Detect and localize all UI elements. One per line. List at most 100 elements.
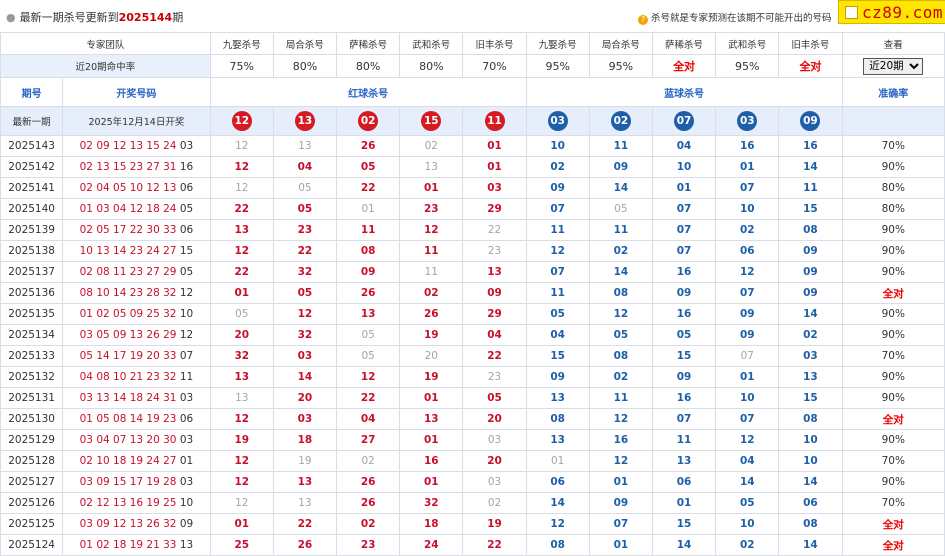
blue-kill-number: 13 bbox=[525, 429, 590, 451]
red-kill-number: 13 bbox=[399, 156, 464, 178]
draw-blue-number: 06 bbox=[179, 224, 194, 236]
period-number: 2025130 bbox=[0, 408, 64, 430]
draw-numbers: 04 08 10 21 23 32 11 bbox=[62, 366, 211, 388]
red-kill-number: 20 bbox=[462, 450, 527, 472]
table-row: 2025134 03 05 09 13 26 29 12 20 32 05 19 04 04 0… bbox=[0, 324, 945, 346]
draw-red-numbers: 03 09 15 17 19 28 bbox=[79, 476, 180, 488]
team-name: 旧丰杀号 bbox=[462, 32, 527, 55]
red-kill-header: 红球杀号 bbox=[209, 77, 527, 107]
blue-kill-number: 07 bbox=[525, 198, 590, 220]
red-kill-number: 02 bbox=[336, 513, 401, 535]
accuracy-value: 80% bbox=[841, 198, 945, 220]
blue-kill-number: 12 bbox=[715, 261, 780, 283]
blue-kill-number: 08 bbox=[588, 282, 653, 304]
red-kill-number: 22 bbox=[336, 387, 401, 409]
blue-kill-number: 07 bbox=[715, 282, 780, 304]
draw-blue-number: 05 bbox=[179, 266, 194, 278]
red-kill-number: 23 bbox=[336, 534, 401, 556]
blue-kill-number: 13 bbox=[778, 366, 843, 388]
period-number: 2025139 bbox=[0, 219, 64, 241]
blue-kill-number: 06 bbox=[778, 492, 843, 514]
red-kill-number: 12 bbox=[399, 219, 464, 241]
blue-kill-number: 05 bbox=[525, 303, 590, 325]
blue-kill-number: 05 bbox=[715, 492, 780, 514]
draw-numbers: 01 03 04 12 18 24 05 bbox=[62, 198, 211, 220]
red-kill-number: 08 bbox=[336, 240, 401, 262]
draw-numbers: 01 02 18 19 21 33 13 bbox=[62, 534, 211, 556]
red-kill-number: 03 bbox=[462, 471, 527, 493]
blue-ball: 02 bbox=[610, 111, 631, 131]
blue-kill-number: 13 bbox=[651, 450, 717, 472]
table-row: 2025126 02 12 13 16 19 25 10 12 13 26 32 02 14 0… bbox=[0, 492, 945, 514]
table-row: 2025135 01 02 05 09 25 32 10 05 12 13 26 29 05 1… bbox=[0, 303, 945, 325]
blue-kill-number: 04 bbox=[651, 135, 717, 157]
team-name: 萨稀杀号 bbox=[336, 32, 401, 55]
blue-kill-number: 08 bbox=[525, 408, 590, 430]
red-kill-number: 12 bbox=[209, 177, 274, 199]
accuracy-value: 全对 bbox=[841, 282, 945, 304]
draw-blue-number: 11 bbox=[179, 371, 194, 383]
blue-kill-number: 06 bbox=[525, 471, 590, 493]
red-kill-number: 05 bbox=[209, 303, 274, 325]
red-kill-number: 23 bbox=[462, 240, 527, 262]
red-ball: 13 bbox=[294, 111, 315, 131]
red-kill-number: 32 bbox=[272, 324, 338, 346]
blue-kill-number: 11 bbox=[525, 219, 590, 241]
blue-kill-number: 07 bbox=[715, 345, 780, 367]
red-kill-number: 12 bbox=[209, 156, 274, 178]
hit-rate-value: 80% bbox=[399, 54, 464, 78]
period-range-select[interactable]: 近20期 bbox=[863, 57, 924, 75]
latest-red-cell: 12 bbox=[209, 106, 274, 136]
red-kill-number: 13 bbox=[209, 387, 274, 409]
red-ball: 12 bbox=[231, 111, 252, 131]
red-kill-number: 04 bbox=[462, 324, 527, 346]
red-kill-number: 32 bbox=[209, 345, 274, 367]
draw-red-numbers: 01 05 08 14 19 23 bbox=[79, 413, 180, 425]
blue-kill-number: 07 bbox=[525, 261, 590, 283]
blue-kill-number: 09 bbox=[715, 303, 780, 325]
red-kill-number: 01 bbox=[209, 282, 274, 304]
hit-rate-row: 近20期命中率 75% 80% 80% 80% 70% 95% 95% 全对 95% 全对 近20期 bbox=[0, 54, 945, 78]
red-kill-number: 13 bbox=[462, 261, 527, 283]
blue-kill-number: 16 bbox=[651, 261, 717, 283]
red-kill-number: 13 bbox=[272, 471, 338, 493]
team-name: 九娶杀号 bbox=[209, 32, 274, 55]
blue-kill-number: 11 bbox=[588, 135, 653, 157]
red-kill-number: 26 bbox=[399, 303, 464, 325]
latest-accuracy bbox=[841, 106, 945, 136]
red-kill-number: 22 bbox=[272, 240, 338, 262]
blue-kill-number: 12 bbox=[525, 513, 590, 535]
blue-kill-number: 14 bbox=[778, 303, 843, 325]
red-kill-number: 01 bbox=[209, 513, 274, 535]
accuracy-value: 80% bbox=[841, 177, 945, 199]
red-kill-number: 32 bbox=[399, 492, 464, 514]
accuracy-value: 全对 bbox=[841, 513, 945, 535]
latest-red-cell: 11 bbox=[462, 106, 527, 136]
blue-kill-number: 09 bbox=[588, 492, 653, 514]
accuracy-value: 70% bbox=[841, 135, 945, 157]
blue-ball: 09 bbox=[800, 111, 821, 131]
latest-blue-cell: 02 bbox=[588, 106, 653, 136]
blue-kill-number: 08 bbox=[778, 219, 843, 241]
red-kill-number: 05 bbox=[336, 345, 401, 367]
hit-rate-value: 全对 bbox=[778, 54, 843, 78]
latest-blue-cell: 03 bbox=[525, 106, 590, 136]
period-number: 2025126 bbox=[0, 492, 64, 514]
accuracy-header: 准确率 bbox=[841, 77, 945, 107]
blue-kill-number: 12 bbox=[588, 450, 653, 472]
hit-rate-label: 近20期命中率 bbox=[0, 54, 211, 78]
draw-blue-number: 01 bbox=[179, 455, 194, 467]
draw-red-numbers: 01 03 04 12 18 24 bbox=[79, 203, 180, 215]
red-kill-number: 03 bbox=[462, 177, 527, 199]
team-name: 武和杀号 bbox=[399, 32, 464, 55]
question-icon: ? bbox=[638, 15, 648, 25]
draw-blue-number: 10 bbox=[179, 497, 194, 509]
blue-kill-number: 07 bbox=[588, 513, 653, 535]
red-kill-number: 23 bbox=[272, 219, 338, 241]
red-kill-number: 19 bbox=[462, 513, 527, 535]
site-logo[interactable]: cz89.com bbox=[838, 0, 945, 24]
blue-kill-number: 15 bbox=[778, 387, 843, 409]
table-row: 2025124 01 02 18 19 21 33 13 25 26 23 24 22 08 0… bbox=[0, 534, 945, 556]
period-number: 2025138 bbox=[0, 240, 64, 262]
red-kill-number: 12 bbox=[209, 135, 274, 157]
